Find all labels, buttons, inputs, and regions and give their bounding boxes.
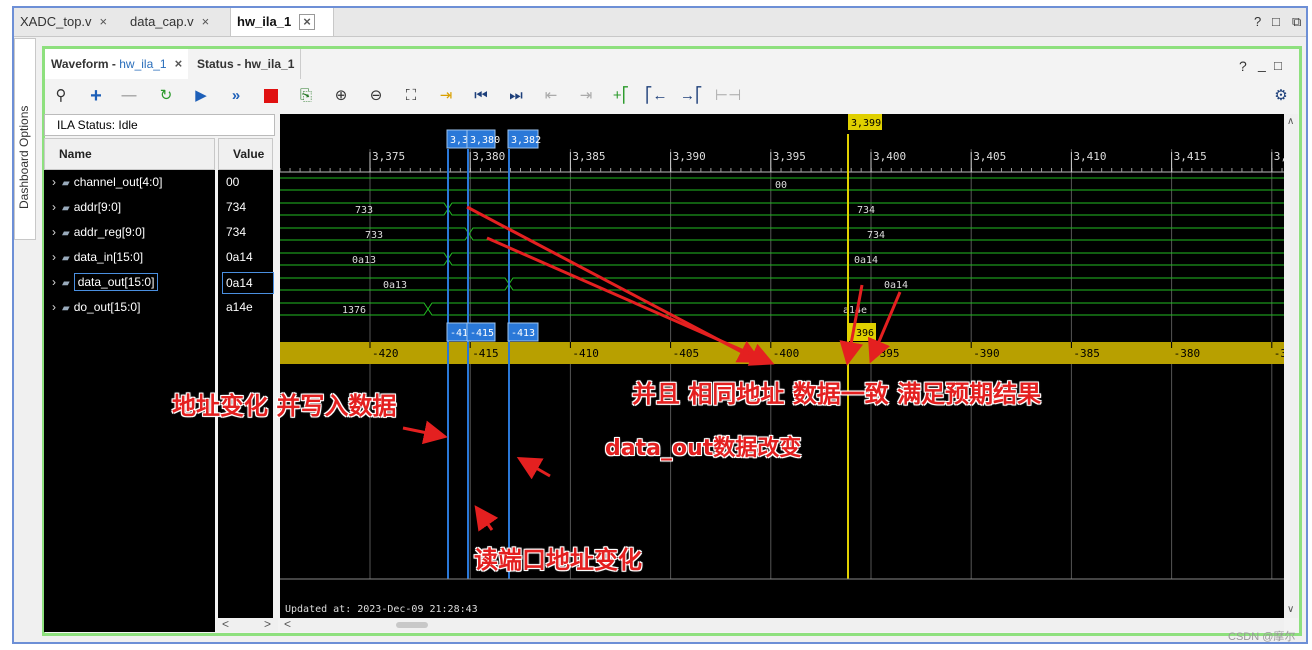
annotation-read-port-address: 读端口地址变化	[474, 546, 642, 574]
annotation-same-address: 并且 相同地址 数据一致 满足预期结果	[632, 380, 1042, 408]
annotation-arrows	[402, 205, 902, 532]
annotation-arrow	[486, 236, 775, 366]
annotation-arrow	[867, 291, 902, 364]
annotation-data-out-change: data_out数据改变	[605, 436, 802, 461]
annotation-arrow	[516, 457, 551, 480]
annotation-arrow	[839, 284, 864, 366]
annotation-arrow	[402, 420, 448, 445]
annotation-address-write: 地址变化 并写入数据	[172, 392, 397, 420]
annotation-arrow	[474, 505, 499, 532]
watermark: CSDN @摩尔	[1228, 631, 1296, 643]
